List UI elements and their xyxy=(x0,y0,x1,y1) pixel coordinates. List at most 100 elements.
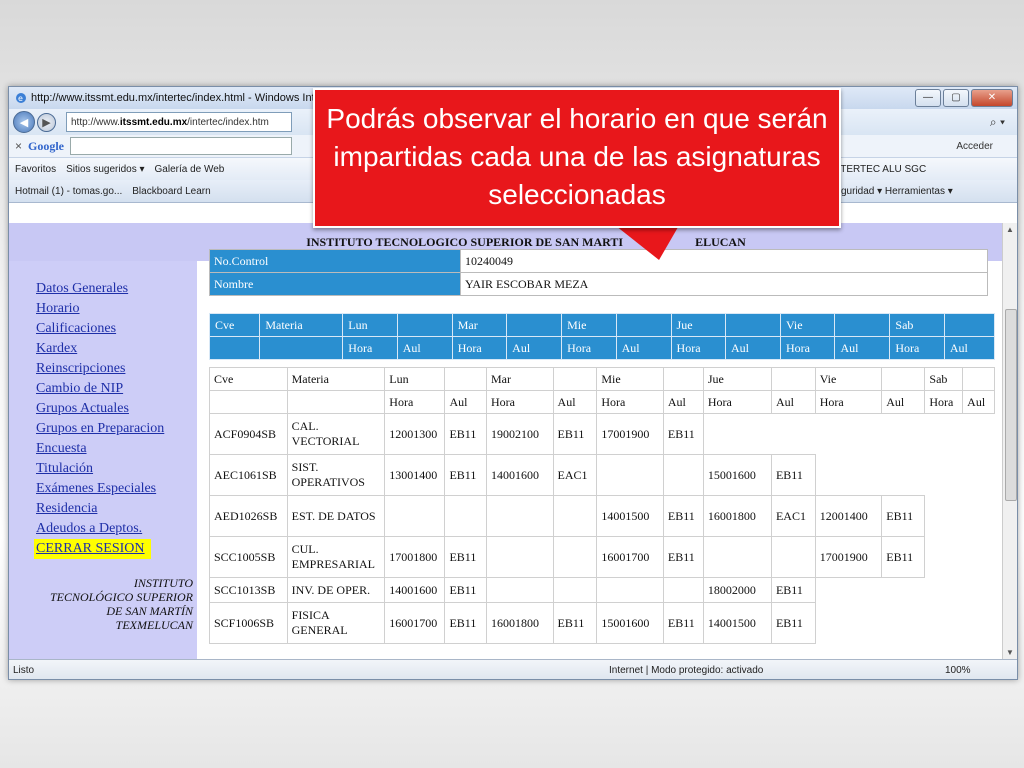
blue-header-cell: Hora xyxy=(561,336,617,360)
toolbar-close-icon[interactable]: × xyxy=(15,139,22,153)
scroll-down-icon[interactable]: ▼ xyxy=(1006,648,1014,657)
schedule-cell xyxy=(924,495,963,537)
google-logo: Google xyxy=(28,138,65,153)
sidebar-link[interactable]: Residencia xyxy=(36,501,97,516)
blue-header-cell xyxy=(396,313,453,337)
schedule-cell xyxy=(962,577,995,603)
schedule-cell: 12001400 xyxy=(814,495,883,537)
institution-name: INSTITUTO TECNOLÓGICO SUPERIOR DE SAN MA… xyxy=(50,576,193,632)
schedule-cell: 16001800 xyxy=(486,602,554,644)
sidebar-link[interactable]: Cambio de NIP xyxy=(36,381,123,396)
logout-link[interactable]: CERRAR SESION xyxy=(36,541,145,556)
sidebar-link[interactable]: Datos Generales xyxy=(36,281,128,296)
schedule-cell: 17001800 xyxy=(384,536,446,578)
scroll-thumb[interactable] xyxy=(1005,309,1017,501)
table-row: SCC1013SB INV. DE OPER. 14001600 EB11 180020… xyxy=(209,577,995,603)
schedule-header-row: Hora Aul Hora Aul Hora Aul Hora Aul Hora Aul Hora A… xyxy=(209,390,995,414)
schedule-cell: 12001300 xyxy=(384,413,446,455)
schedule-header-cell: Aul xyxy=(444,390,487,414)
ie-logo-icon: e xyxy=(16,93,26,103)
signin-button[interactable]: Acceder xyxy=(956,141,993,152)
institute-title-tail: ELUCAN xyxy=(695,234,746,249)
sidebar-link[interactable]: Titulación xyxy=(36,461,93,476)
status-text: Listo xyxy=(13,664,35,676)
vertical-scrollbar[interactable]: ▲ ▼ xyxy=(1002,223,1017,659)
sidebar-link[interactable]: Horario xyxy=(36,301,80,316)
tab-hotmail[interactable]: Hotmail (1) - tomas.go... xyxy=(15,186,122,197)
blue-header-cell: Sab xyxy=(889,313,945,337)
schedule-cell xyxy=(662,577,704,603)
sidebar-link[interactable]: Encuesta xyxy=(36,441,87,456)
schedule-cell: EST. DE DATOS xyxy=(286,495,386,537)
schedule-cell xyxy=(596,454,664,496)
zoom-level[interactable]: 100% xyxy=(945,665,971,676)
schedule-cell: EB11 xyxy=(770,454,816,496)
sidebar-item: Datos Generales xyxy=(36,279,197,299)
blue-header-cell: Aul xyxy=(506,336,563,360)
schedule-cell: 16001700 xyxy=(596,536,664,578)
schedule-cell: 16001700 xyxy=(384,602,446,644)
minimize-button[interactable]: — xyxy=(915,89,941,107)
search-icon[interactable]: ⌕ ▾ xyxy=(990,115,1005,130)
tools-menu[interactable]: guridad ▾ Herramientas ▾ xyxy=(841,186,953,197)
scroll-up-icon[interactable]: ▲ xyxy=(1006,225,1014,234)
schedule-cell: EB11 xyxy=(444,413,487,455)
sidebar-item: Calificaciones xyxy=(36,319,197,339)
schedule-blue-header: Cve Materia Lun Mar Mie Jue Vie Sab Hora Aul Hora A… xyxy=(208,313,996,360)
callout-text: Podrás observar el horario en que serán … xyxy=(326,103,828,210)
back-button[interactable]: ◀ xyxy=(13,111,35,133)
schedule-cell: EB11 xyxy=(770,602,816,644)
blue-header-cell: Hora xyxy=(670,336,727,360)
schedule-header-cell xyxy=(962,367,995,391)
schedule-cell: 17001900 xyxy=(596,413,664,455)
close-button[interactable]: ✕ xyxy=(971,89,1013,107)
maximize-button[interactable]: ▢ xyxy=(943,89,969,107)
sidebar-link[interactable]: Calificaciones xyxy=(36,321,116,336)
sidebar-item: Horario xyxy=(36,299,197,319)
sidebar-link[interactable]: Reinscripciones xyxy=(36,361,125,376)
suggested-sites-link[interactable]: Sitios sugeridos ▾ xyxy=(66,164,144,175)
schedule-cell: EB11 xyxy=(662,536,704,578)
sidebar-link[interactable]: Exámenes Especiales xyxy=(36,481,156,496)
favorites-right-links[interactable]: NTERTEC ALU SGC xyxy=(833,164,926,175)
schedule-cell xyxy=(815,602,882,644)
schedule-header-cell: Jue xyxy=(702,367,772,391)
google-search-input[interactable] xyxy=(70,137,293,155)
sidebar-link[interactable]: Adeudos a Deptos. xyxy=(36,521,142,536)
sidebar-link[interactable]: Kardex xyxy=(36,341,77,356)
web-gallery-link[interactable]: Galería de Web xyxy=(155,164,225,175)
blue-header-cell: Hora xyxy=(451,336,508,360)
institute-title: INSTITUTO TECNOLOGICO SUPERIOR DE SAN MA… xyxy=(306,234,624,249)
tab-blackboard[interactable]: Blackboard Learn xyxy=(132,186,210,197)
schedule-cell: SCC1013SB xyxy=(209,577,288,603)
sidebar-link[interactable]: Grupos Actuales xyxy=(36,401,129,416)
schedule-cell: 18002000 xyxy=(702,577,772,603)
blue-header-row: Cve Materia Lun Mar Mie Jue Vie Sab xyxy=(208,313,996,337)
schedule-header-cell: Aul xyxy=(962,390,995,414)
schedule-cell xyxy=(815,454,882,496)
schedule-cell: 14001500 xyxy=(702,602,772,644)
schedule-cell xyxy=(703,413,772,455)
schedule-cell: CUL. EMPRESARIAL xyxy=(286,536,386,578)
schedule-cell: 15001600 xyxy=(702,454,772,496)
sidebar-link[interactable]: Grupos en Preparacion xyxy=(36,421,164,436)
address-field[interactable]: http://www. itssmt.edu.mx/intertec/index.… xyxy=(66,112,292,132)
schedule-header-cell: Hora xyxy=(596,390,664,414)
schedule-cell: SCF1006SB xyxy=(209,602,288,644)
schedule-cell: SCC1005SB xyxy=(209,536,288,578)
schedule-cell xyxy=(881,454,925,496)
sidebar-item: Exámenes Especiales xyxy=(36,479,197,499)
table-row: ACF0904SB CAL. VECTORIAL 12001300 EB11 19002… xyxy=(209,413,995,455)
sidebar: Datos Generales Horario Calificaciones Kard… xyxy=(9,261,197,659)
schedule-header-cell: Hora xyxy=(924,390,964,414)
forward-button[interactable]: ▶ xyxy=(37,112,56,132)
blue-header-cell: Hora xyxy=(779,336,836,360)
schedule-cell: EB11 xyxy=(552,602,598,644)
favorites-button[interactable]: Favoritos xyxy=(15,164,56,175)
schedule-header-cell xyxy=(552,367,598,391)
blue-header-cell xyxy=(506,313,563,337)
schedule-header-cell: Hora xyxy=(384,390,446,414)
schedule-cell xyxy=(881,602,925,644)
schedule-header-cell: Mar xyxy=(486,367,554,391)
sidebar-item: Adeudos a Deptos. xyxy=(36,519,197,539)
